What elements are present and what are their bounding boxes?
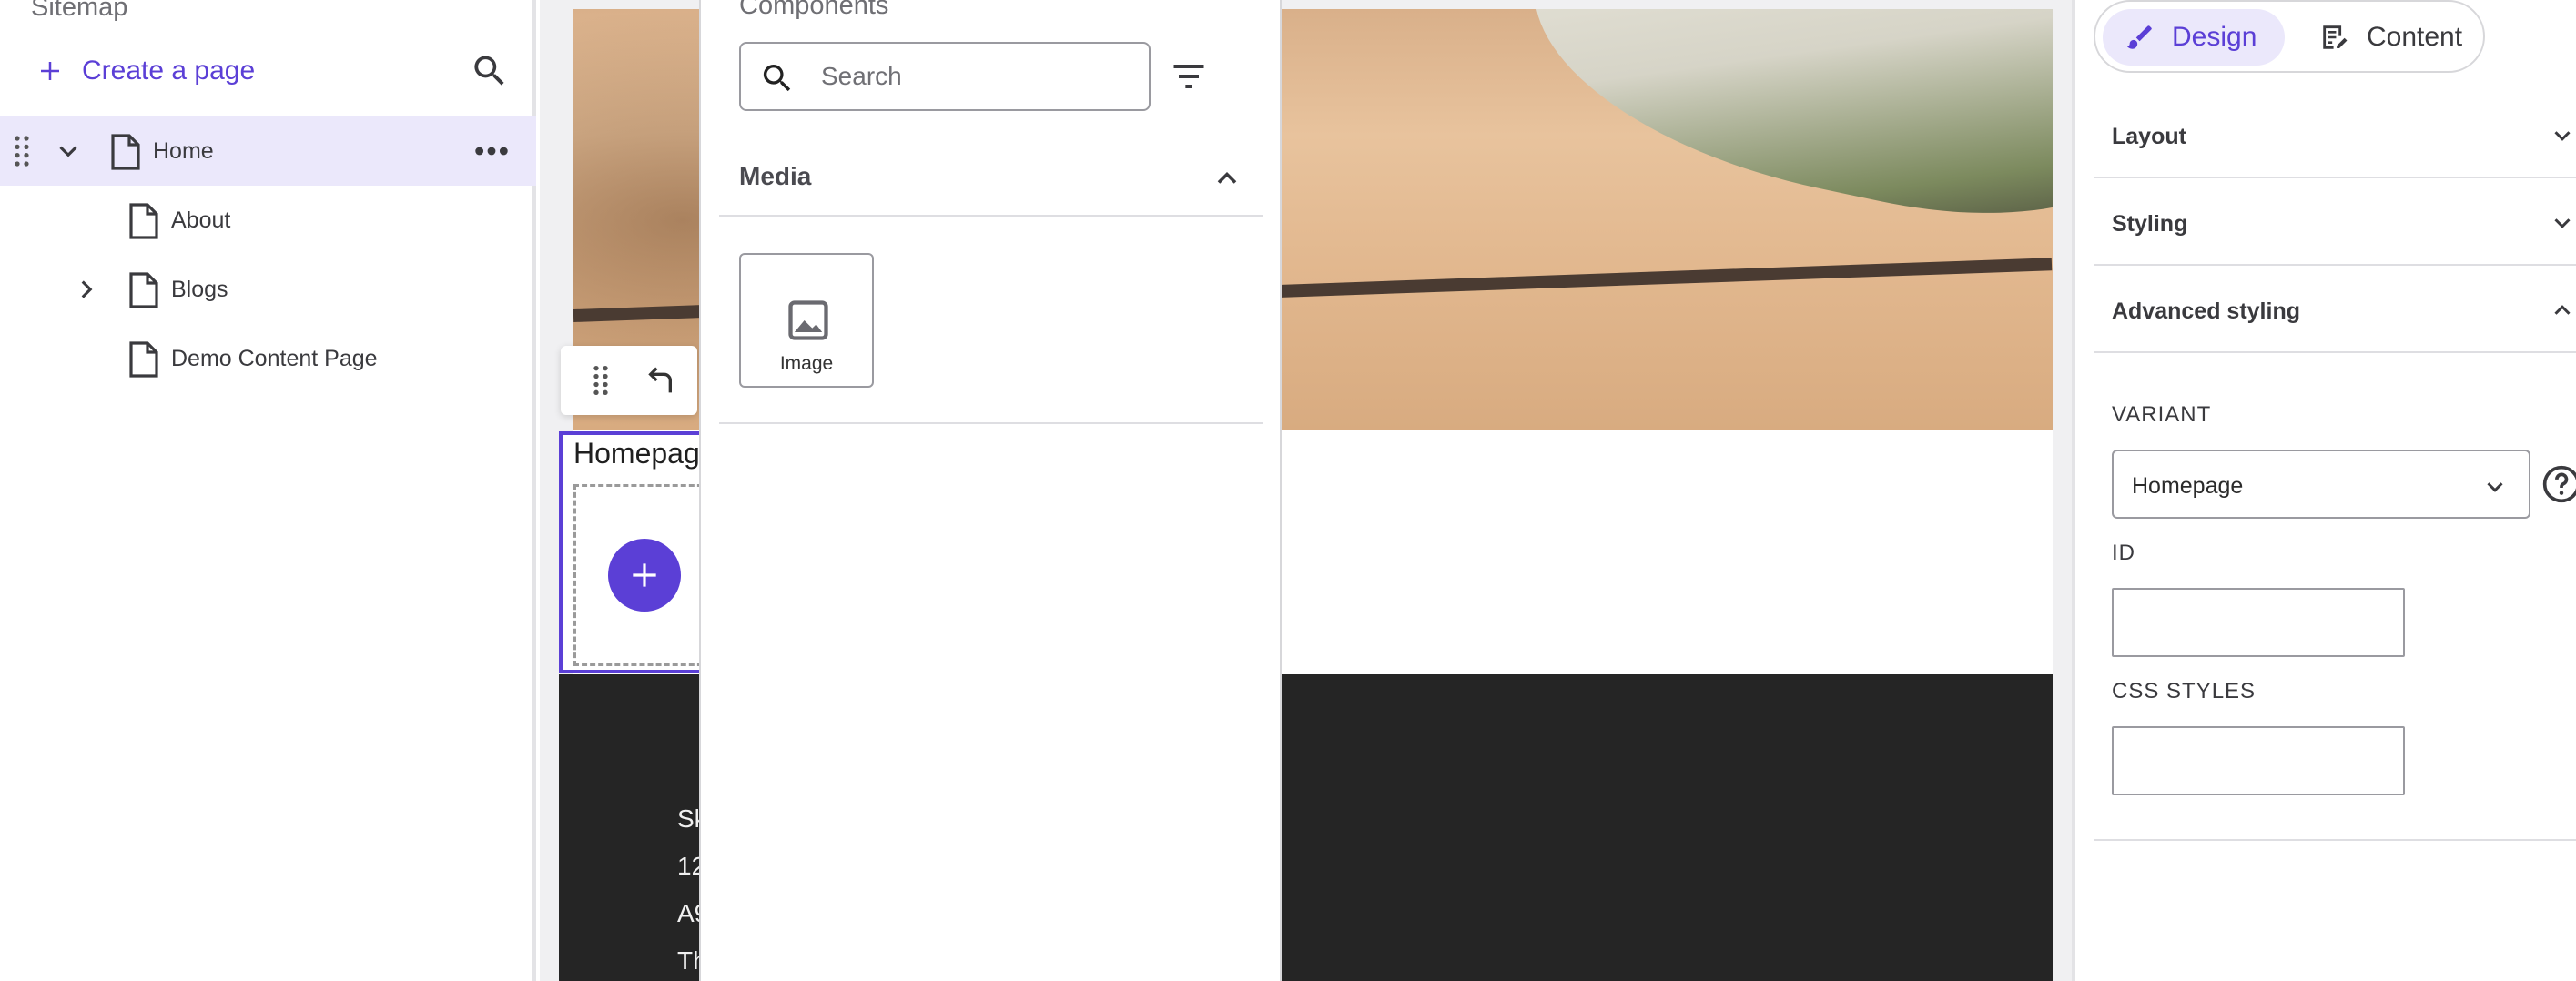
page-icon (129, 341, 158, 378)
sitemap-search-button[interactable] (470, 51, 510, 91)
content-mode-button[interactable]: Content (2297, 9, 2480, 66)
variant-label: VARIANT (2112, 402, 2212, 427)
sitemap-title: Sitemap (31, 0, 128, 22)
properties-panel: Design Content Layout Styling Advanced s… (2072, 0, 2576, 981)
sitemap-item-label: Demo Content Page (171, 346, 378, 371)
image-tile-label: Image (779, 353, 834, 374)
search-icon (474, 56, 504, 86)
variant-select[interactable]: Homepage (2112, 450, 2530, 519)
components-panel: Components Media Image (699, 0, 1282, 981)
components-search-input[interactable] (821, 62, 1131, 91)
design-mode-button[interactable]: Design (2103, 9, 2285, 66)
chevron-down-icon[interactable] (53, 136, 84, 167)
plus-icon (41, 62, 59, 80)
page-icon (111, 134, 140, 170)
sitemap-item-demo-content-page[interactable]: Demo Content Page (0, 324, 536, 393)
mode-toggle: Design Content (2094, 0, 2485, 73)
select-parent-icon[interactable] (644, 362, 681, 399)
id-input[interactable] (2114, 590, 2403, 655)
create-page-button[interactable]: Create a page (36, 51, 255, 91)
drag-handle-icon[interactable] (583, 362, 619, 399)
sitemap-item-label: About (171, 207, 231, 233)
sitemap-item-label: Home (153, 138, 214, 164)
sitemap-item-label: Blogs (171, 277, 228, 302)
drag-handle-icon[interactable] (13, 135, 31, 167)
block-toolbar (561, 346, 697, 415)
add-component-button[interactable] (608, 539, 681, 612)
create-page-label: Create a page (82, 56, 256, 86)
block-title: Homepage (573, 437, 701, 470)
variant-value: Homepage (2132, 473, 2244, 499)
image-component-tile[interactable]: Image (739, 253, 874, 388)
components-title: Components (739, 0, 889, 20)
search-icon (763, 65, 791, 92)
section-label: Advanced styling (2112, 298, 2300, 324)
css-styles-label: CSS STYLES (2112, 679, 2257, 703)
more-options-icon[interactable] (473, 140, 510, 162)
css-styles-field-wrapper (2112, 726, 2405, 795)
design-mode-label: Design (2172, 22, 2257, 52)
sitemap-item-home[interactable]: Home (0, 116, 536, 186)
chevron-down-icon (2554, 218, 2571, 228)
media-section-header[interactable]: Media (719, 147, 1263, 217)
chevron-up-icon (1217, 171, 1237, 184)
css-styles-input[interactable] (2114, 728, 2403, 794)
page-icon (129, 203, 158, 239)
document-edit-icon (2323, 25, 2348, 49)
layout-section[interactable]: Layout (2094, 91, 2576, 178)
section-label: Layout (2112, 124, 2186, 149)
sitemap-item-about[interactable]: About (0, 186, 536, 255)
chevron-down-icon (2487, 482, 2503, 492)
section-label: Styling (2112, 211, 2188, 237)
divider (719, 422, 1263, 424)
skateboard-graphic (1506, 9, 2053, 255)
advanced-styling-section[interactable]: Advanced styling (2094, 266, 2576, 353)
image-icon (788, 300, 828, 340)
sitemap-panel: Sitemap Create a page Home About Blogs D… (0, 0, 536, 981)
divider (2094, 839, 2576, 841)
help-icon[interactable] (2541, 464, 2576, 504)
page-icon (129, 272, 158, 308)
sitemap-item-blogs[interactable]: Blogs (0, 255, 536, 324)
filter-icon[interactable] (1169, 56, 1209, 96)
styling-section[interactable]: Styling (2094, 178, 2576, 266)
chevron-down-icon (2554, 131, 2571, 141)
plus-icon (633, 563, 656, 587)
id-label: ID (2112, 541, 2135, 565)
media-section-label: Media (739, 162, 812, 190)
content-mode-label: Content (2367, 22, 2463, 52)
id-field-wrapper (2112, 588, 2405, 657)
components-search (739, 42, 1151, 111)
chevron-up-icon (2554, 305, 2571, 315)
brush-icon (2126, 25, 2152, 49)
chevron-right-icon[interactable] (71, 274, 102, 305)
